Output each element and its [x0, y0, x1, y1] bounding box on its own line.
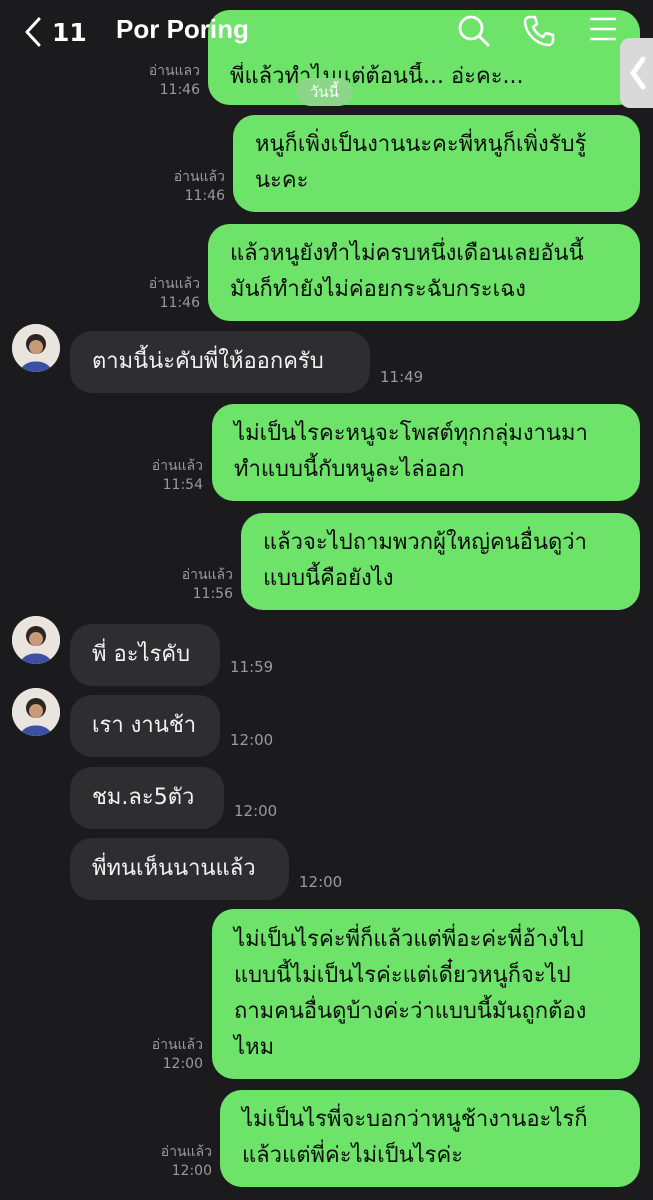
message-time: 12:00	[230, 731, 274, 749]
message-text: ...พี่แล้วทำไมแต่ต้อนนี้... อ่ะคะ	[230, 64, 524, 89]
read-receipt: อ่านแล้ว	[181, 567, 233, 583]
contact-avatar[interactable]	[12, 688, 60, 736]
avatar-image	[12, 688, 60, 736]
read-receipt: อ่านแล้ว	[160, 1144, 212, 1160]
message-text: ชม.ละ5ตัว	[92, 785, 195, 810]
message-time: 12:00	[299, 873, 343, 891]
message-text-line: ไหม	[234, 1035, 275, 1060]
read-receipt: อ่านแลว	[148, 63, 200, 79]
search-icon	[458, 15, 490, 47]
message-time: 12:00	[171, 1163, 212, 1179]
read-receipt: อ่านแล้ว	[151, 458, 203, 474]
read-receipt: อ่านแล้ว	[173, 169, 225, 185]
message-text-line: มันก็ทำยังไม่ค่อยกระฉับกระเฉง	[230, 277, 526, 302]
chevron-left-icon	[25, 17, 41, 47]
message-text: ตามนี้น่ะคับพี่ให้ออกครับ	[92, 349, 324, 374]
call-button[interactable]	[522, 14, 556, 52]
outgoing-message[interactable]: ไม่เป็นไรพี่จะบอกว่าหนูช้างานอะไรก็ แล้ว…	[220, 1090, 640, 1187]
hamburger-menu-icon	[590, 17, 616, 41]
message-text-line: นะคะ	[255, 168, 309, 193]
message-text-line: หนูก็เพิ่งเป็นงานนะคะพี่หนูก็เพิ่งรับรู้	[255, 132, 587, 157]
incoming-message[interactable]: เรา งานช้า	[70, 695, 220, 757]
unread-count: 11	[52, 17, 87, 47]
message-meta: อ่านแล้ว 11:54	[143, 457, 203, 495]
read-receipt: อ่านแล้ว	[151, 1037, 203, 1053]
message-time: 11:49	[380, 368, 424, 386]
phone-icon	[523, 15, 555, 47]
day-separator: วันนี้	[296, 78, 353, 106]
message-meta: อ่านแล้ว 11:46	[165, 168, 225, 206]
incoming-message[interactable]: พี่ทนเห็นนานแล้ว	[70, 838, 289, 900]
message-time: 11:46	[184, 188, 225, 204]
message-text-line: แล้วแต่พี่ค่ะไม่เป็นไรค่ะ	[242, 1143, 464, 1168]
outgoing-message[interactable]: แล้วหนูยังทำไม่ครบหนึ่งเดือนเลยอันนี้ มั…	[208, 224, 640, 321]
message-text: พี่ อะไรคับ	[92, 642, 191, 667]
outgoing-message[interactable]: หนูก็เพิ่งเป็นงานนะคะพี่หนูก็เพิ่งรับรู้…	[233, 115, 640, 212]
message-time: 12:00	[162, 1056, 203, 1072]
message-time: 11:54	[162, 477, 203, 493]
message-text-line: ถามคนอื่นดูบ้างค่ะว่าแบบนี้มันถูกต้อง	[234, 999, 587, 1024]
search-button[interactable]	[457, 14, 491, 52]
message-text-line: แล้วหนูยังทำไม่ครบหนึ่งเดือนเลยอันนี้	[230, 241, 584, 266]
message-text-line: แบบนี้คือยังไง	[263, 566, 394, 591]
outgoing-message[interactable]: แล้วจะไปถามพวกผู้ใหญ่คนอื่นดูว่า แบบนี้ค…	[241, 513, 640, 610]
avatar-image	[12, 324, 60, 372]
outgoing-message[interactable]: ไม่เป็นไรคะหนูจะโพสต์ทุกกลุ่มงานมา ทำแบบ…	[212, 404, 640, 501]
outgoing-message[interactable]: ไม่เป็นไรค่ะพี่ก็แล้วแต่พี่อะค่ะพี่อ้างไ…	[212, 909, 640, 1079]
message-time: 12:00	[234, 802, 278, 820]
contact-avatar[interactable]	[12, 616, 60, 664]
contact-avatar[interactable]	[12, 324, 60, 372]
message-meta: อ่านแล้ว 11:56	[173, 566, 233, 604]
message-text-line: ทำแบบนี้กับหนูละไล่ออก	[234, 457, 465, 482]
message-meta: อ่านแล้ว 11:46	[140, 275, 200, 313]
incoming-message[interactable]: ชม.ละ5ตัว	[70, 767, 224, 829]
message-text-line: ไม่เป็นไรพี่จะบอกว่าหนูช้างานอะไรก็	[242, 1107, 588, 1132]
menu-button[interactable]	[588, 14, 618, 48]
message-text-line: ไม่เป็นไรค่ะพี่ก็แล้วแต่พี่อะค่ะพี่อ้างไ…	[234, 927, 584, 952]
message-time: 11:46	[159, 82, 200, 98]
message-text: เรา งานช้า	[92, 713, 197, 738]
contact-name: Por Poring	[116, 14, 249, 44]
message-meta: อ่านแลว 11:46	[140, 62, 200, 100]
message-text-line: แล้วจะไปถามพวกผู้ใหญ่คนอื่นดูว่า	[263, 530, 587, 555]
message-text-line: ไม่เป็นไรคะหนูจะโพสต์ทุกกลุ่มงานมา	[234, 421, 588, 446]
message-time: 11:56	[192, 586, 233, 602]
back-button[interactable]: 11	[24, 12, 94, 52]
incoming-message[interactable]: ตามนี้น่ะคับพี่ให้ออกครับ	[70, 331, 370, 393]
message-meta: อ่านแล้ว 12:00	[143, 1036, 203, 1074]
message-time: 11:59	[230, 658, 274, 676]
chat-header: 11 Por Poring	[0, 0, 653, 64]
read-receipt: อ่านแล้ว	[148, 276, 200, 292]
message-text-line: แบบนี้ไม่เป็นไรค่ะแต่เดี๋ยวหนูก็จะไป	[234, 963, 571, 988]
message-meta: อ่านแล้ว 12:00	[152, 1143, 212, 1181]
incoming-message[interactable]: พี่ อะไรคับ	[70, 624, 220, 686]
message-time: 11:46	[159, 295, 200, 311]
avatar-image	[12, 616, 60, 664]
message-text: พี่ทนเห็นนานแล้ว	[92, 856, 256, 881]
